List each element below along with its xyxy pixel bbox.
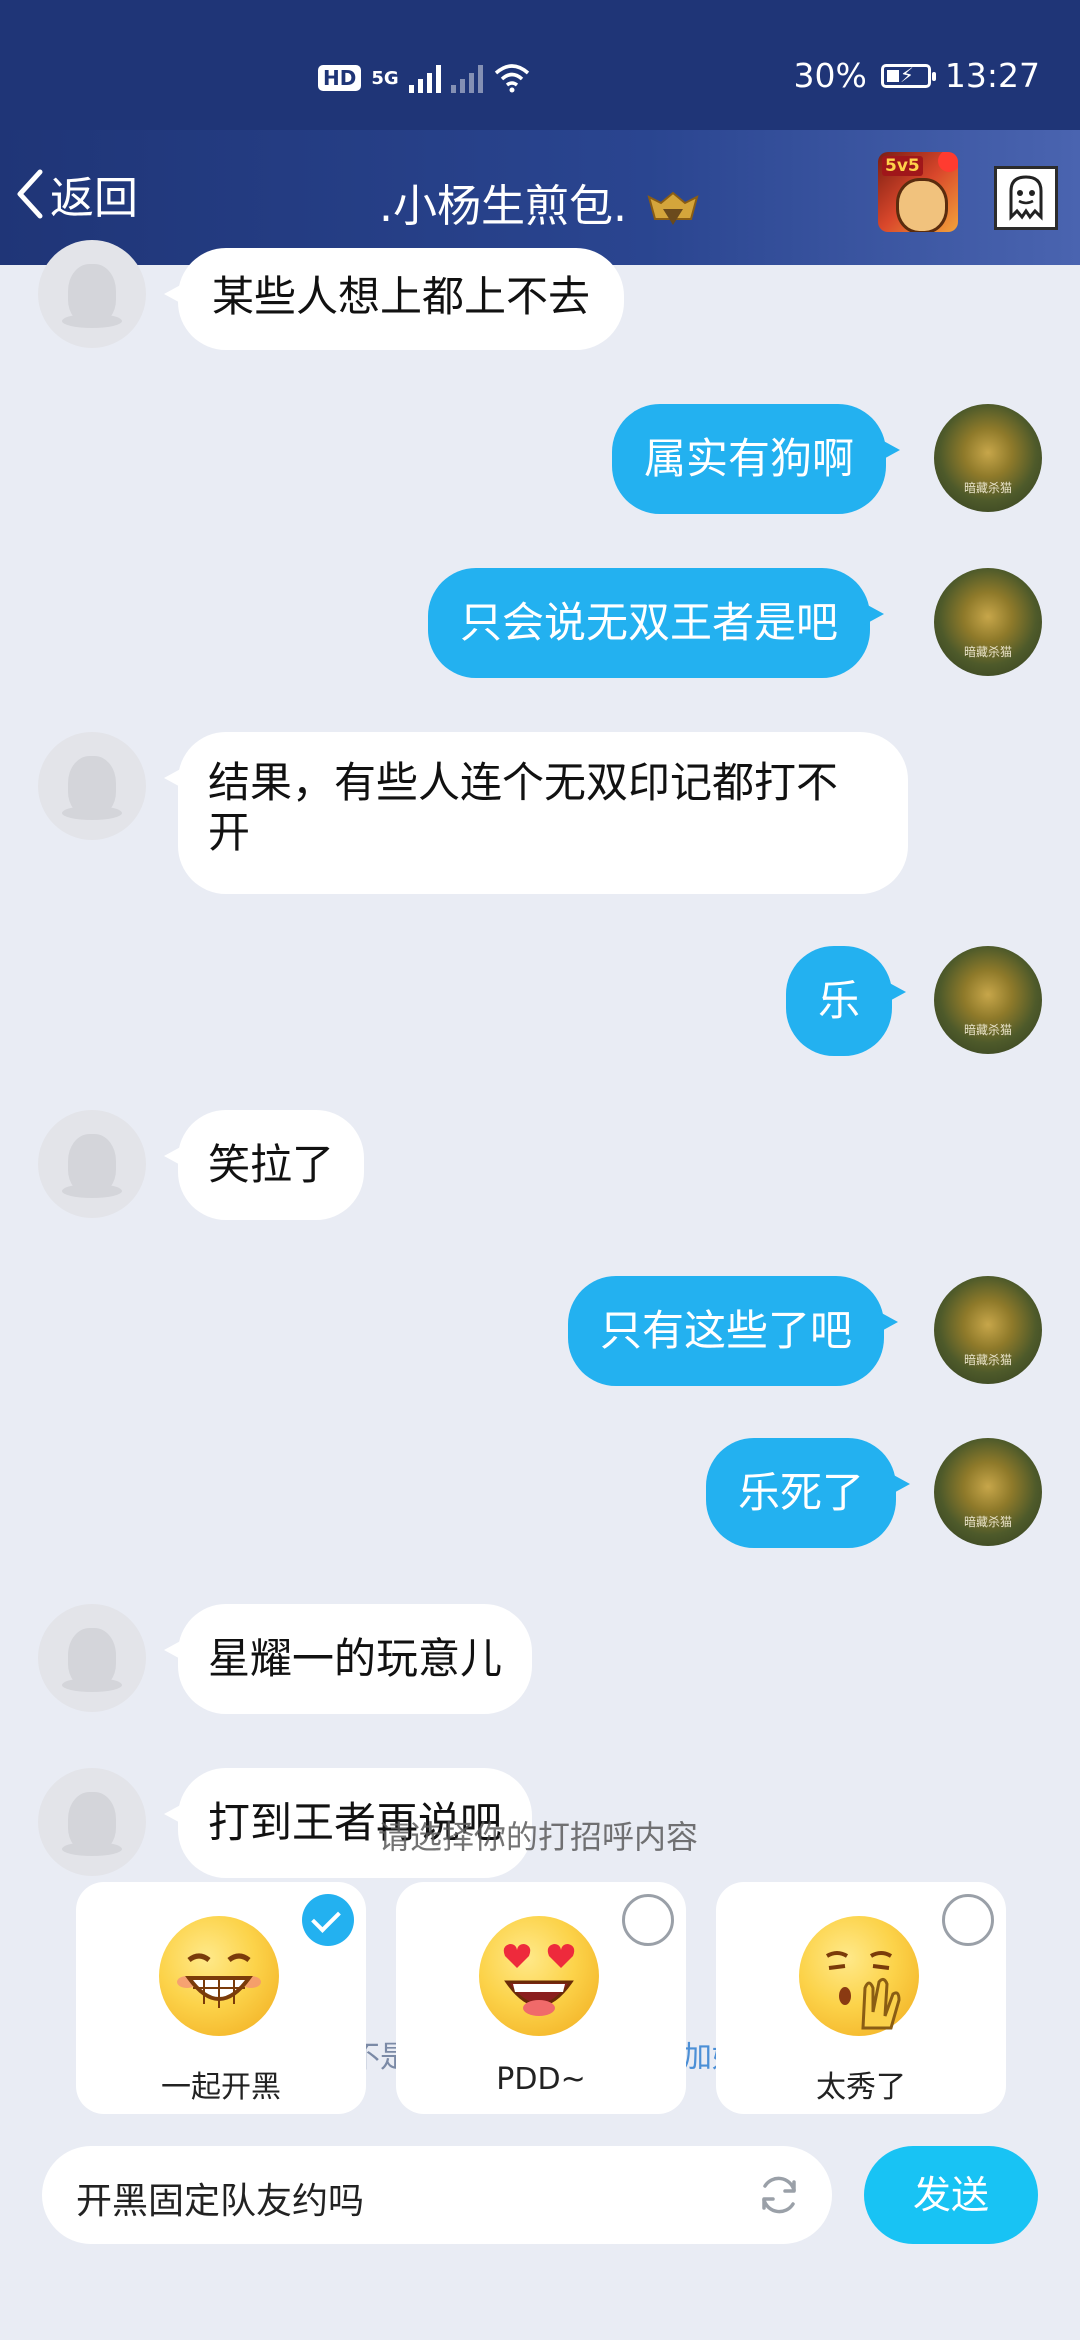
message-bubble-outgoing[interactable]: 乐死了 [706,1438,911,1548]
greeting-prompt: 请选择你的打招呼内容 [378,1818,699,1856]
contact-avatar[interactable] [38,1110,146,1218]
my-avatar[interactable]: 暗藏杀猫 [934,404,1042,512]
option-checkbox[interactable] [622,1894,674,1946]
greeting-option-label: 一起开黑 [161,2070,281,2105]
contact-avatar[interactable] [38,1768,146,1876]
message-input[interactable]: 开黑固定队友约吗 [42,2146,832,2244]
clap-emoji-icon [799,1916,919,2036]
contact-avatar[interactable] [38,732,146,840]
network-type: 5G [371,67,399,89]
my-avatar[interactable]: 暗藏杀猫 [934,568,1042,676]
greeting-option-card[interactable]: PDD~ [396,1882,686,2114]
ghost-profile-icon[interactable] [994,166,1058,230]
contact-name: .小杨生煎包. [379,181,627,232]
greeting-option-label: 太秀了 [816,2070,906,2105]
greeting-option-label: PDD~ [496,2062,586,2097]
battery-icon: ⚡ [880,63,936,88]
message-bubble-incoming[interactable]: 某些人想上都上不去 [163,248,625,350]
message-bubble-incoming[interactable]: 星耀一的玩意儿 [163,1604,533,1714]
message-bubble-incoming[interactable]: 结果，有些人连个无双印记都打不开 [164,732,908,894]
game-shortcut-icon[interactable]: 5v5 [878,152,958,232]
greeting-option-card[interactable]: 太秀了 [716,1882,1006,2114]
battery-percent: 30% [793,56,867,95]
wifi-icon [494,64,529,93]
contact-avatar[interactable] [38,240,146,348]
my-avatar[interactable]: 暗藏杀猫 [934,946,1042,1054]
hd-voice-icon: HD [318,65,362,91]
option-checkbox[interactable] [942,1894,994,1946]
message-bubble-outgoing[interactable]: 只会说无双王者是吧 [428,568,885,678]
message-bubble-outgoing[interactable]: 只有这些了吧 [568,1276,899,1386]
option-checkbox-checked[interactable] [302,1894,354,1946]
my-avatar[interactable]: 暗藏杀猫 [934,1276,1042,1384]
message-bubble-outgoing[interactable]: 属实有狗啊 [612,404,901,514]
contact-avatar[interactable] [38,1604,146,1712]
chat-header: 返回 .小杨生煎包. 5v5 [0,130,1080,265]
message-bubble-incoming[interactable]: 笑拉了 [163,1110,365,1220]
clock: 13:27 [944,56,1040,95]
signal-icon [408,63,441,93]
status-bar: HD 5G 30% ⚡ 13:27 [0,0,1080,130]
my-avatar[interactable]: 暗藏杀猫 [934,1438,1042,1546]
grin-emoji-icon [159,1916,279,2036]
greeting-option-card[interactable]: 一起开黑 [76,1882,366,2114]
message-bubble-outgoing[interactable]: 乐 [786,946,907,1056]
heart-eyes-emoji-icon [479,1916,599,2036]
notification-dot [938,152,958,172]
signal-icon-secondary [450,63,483,93]
rank-crest-icon [647,191,699,225]
message-input-text: 开黑固定队友约吗 [76,2181,365,2222]
send-button[interactable]: 发送 [864,2146,1038,2244]
refresh-icon[interactable] [756,2172,802,2218]
